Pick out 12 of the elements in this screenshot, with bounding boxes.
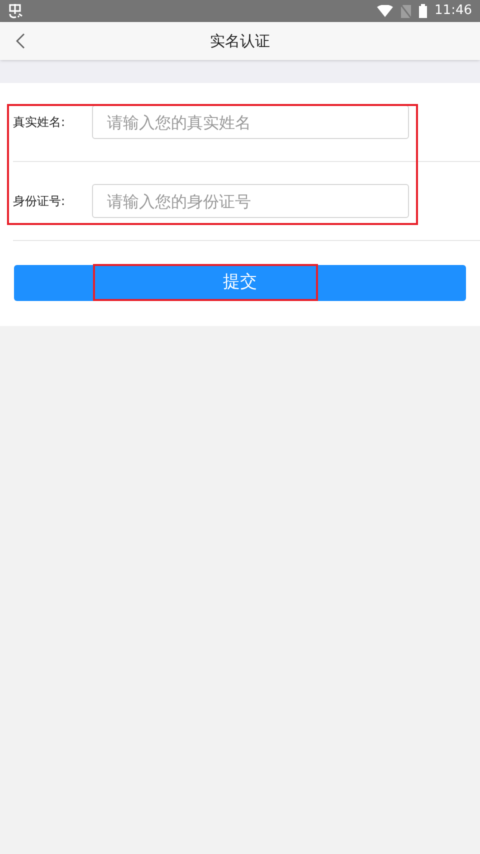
page-title: 实名认证 — [210, 30, 270, 52]
wifi-icon — [376, 5, 393, 17]
status-time: 11:46 — [434, 2, 472, 20]
field-label: 真实姓名: — [13, 114, 66, 131]
battery-icon — [418, 4, 427, 18]
input-field[interactable]: 请输入您的身份证号 — [92, 184, 409, 218]
input-field[interactable]: 请输入您的真实姓名 — [92, 105, 409, 139]
no-sim-icon — [400, 4, 411, 18]
submit-button[interactable]: 提交 — [14, 265, 466, 301]
field-label: 身份证号: — [13, 193, 66, 210]
notification-icon — [8, 3, 24, 19]
back-icon — [16, 33, 24, 49]
